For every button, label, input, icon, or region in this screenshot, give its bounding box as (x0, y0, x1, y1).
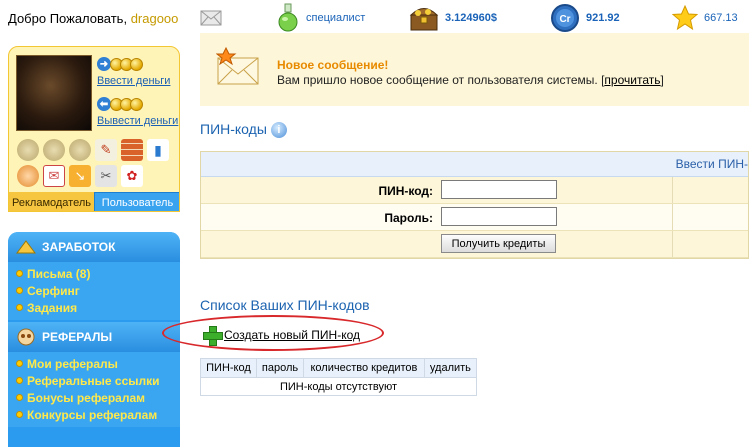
status-indicator[interactable]: специалист (276, 2, 365, 34)
sidebar-item-letters[interactable]: Письма (8) (8, 265, 180, 282)
balance-indicator[interactable]: 3.124960$ (409, 2, 497, 34)
read-message-link[interactable]: прочитать (604, 73, 660, 87)
sidebar-item-surfing[interactable]: Серфинг (8, 282, 180, 299)
empty-list-message: ПИН-коды отсутствуют (200, 377, 477, 396)
coins-icon (110, 57, 143, 71)
credits-value: 921.92 (586, 12, 620, 24)
password-label: Пароль: (384, 211, 433, 225)
info-icon[interactable]: i (270, 122, 287, 139)
tools-icon[interactable]: ✂ (95, 165, 117, 187)
star-icon (672, 5, 698, 31)
get-credits-button[interactable]: Получить кредиты (441, 234, 556, 253)
status-label: специалист (306, 12, 366, 24)
users-icon[interactable] (17, 165, 39, 187)
table-header-row: ПИН-код пароль количество кредитов удали… (200, 358, 478, 378)
bullet-icon (16, 270, 23, 277)
pin-form: Ввести ПИН- ПИН-код: Пароль: Получить кр… (200, 151, 749, 259)
new-mail-icon (216, 46, 259, 85)
referrals-items: Мои рефералы Реферальные ссылки Бонусы р… (8, 352, 180, 427)
column-header: количество кредитов (303, 358, 425, 378)
column-header: пароль (255, 358, 305, 378)
sidebar-item-referral-bonuses[interactable]: Бонусы рефералам (8, 389, 180, 406)
welcome-text: Добро Пожаловать, (8, 11, 128, 26)
credits-coin-icon: Cr (551, 4, 579, 32)
pin-section-title: ПИН-коды i (200, 121, 287, 139)
role-tabs: Рекламодатель Пользователь (9, 192, 179, 211)
medal-icon[interactable] (69, 139, 91, 161)
brick-wall-icon[interactable] (121, 139, 143, 161)
bullet-icon (16, 377, 23, 384)
mail-button[interactable] (200, 2, 222, 34)
balance-value: 3.124960$ (445, 12, 497, 24)
password-input[interactable] (441, 207, 557, 226)
password-row: Пароль: (201, 204, 748, 231)
tab-user[interactable]: Пользователь (94, 192, 179, 211)
bullet-icon (16, 411, 23, 418)
svg-text:Cr: Cr (559, 14, 570, 25)
referrals-icon (17, 328, 35, 346)
pin-code-row: ПИН-код: (201, 177, 748, 204)
welcome-message: Добро Пожаловать, dragooo (8, 11, 178, 26)
edit-pencil-icon[interactable]: ✎ (95, 139, 117, 161)
submit-row: Получить кредиты (201, 231, 748, 258)
create-pin-link[interactable]: Создать новый ПИН-код (224, 328, 360, 342)
coins-icon (110, 97, 143, 111)
avatar[interactable] (16, 55, 92, 131)
pin-list-title: Список Ваших ПИН-кодов (200, 297, 370, 313)
medal-icon[interactable] (43, 139, 65, 161)
menu-section-earnings[interactable]: ЗАРАБОТОК (8, 232, 180, 262)
create-pin-row: Создать новый ПИН-код (203, 326, 360, 346)
username[interactable]: dragooo (131, 11, 179, 26)
arrow-icon[interactable]: ↘ (69, 165, 91, 187)
arrow-right-icon: ➜ (97, 57, 111, 71)
rating-value: 667.13 (704, 12, 738, 24)
pin-code-input[interactable] (441, 180, 557, 199)
credits-indicator[interactable]: Cr 921.92 (550, 2, 620, 34)
deposit-icon-row: ➜ (97, 57, 143, 71)
arrow-left-icon: ⬅ (97, 97, 111, 111)
notice-title: Новое сообщение! (277, 58, 389, 72)
profile-icon-grid: ✎ ▮ ✉ ↘ ✂ ✿ (17, 139, 177, 191)
new-message-notice: Новое сообщение! Вам пришло новое сообще… (200, 33, 749, 106)
sidebar-item-tasks[interactable]: Задания (8, 299, 180, 316)
withdraw-icon-row: ⬅ (97, 97, 143, 111)
sidebar-item-referral-contests[interactable]: Конкурсы рефералам (8, 406, 180, 423)
medal-icon[interactable] (17, 139, 39, 161)
bullet-icon (16, 304, 23, 311)
sidebar-menu: ЗАРАБОТОК Письма (8) Серфинг Задания РЕФ… (8, 232, 180, 447)
pin-form-header: Ввести ПИН- (201, 152, 748, 177)
tab-advertiser[interactable]: Рекламодатель (9, 192, 94, 211)
withdraw-link[interactable]: Вывести деньги (97, 115, 178, 127)
bullet-icon (16, 394, 23, 401)
rating-indicator[interactable]: 667.13 (672, 2, 738, 34)
sidebar-item-referral-links[interactable]: Реферальные ссылки (8, 372, 180, 389)
menu-section-earnings-label: ЗАРАБОТОК (42, 240, 116, 254)
bullet-icon (16, 360, 23, 367)
table-row: ПИН-коды отсутствуют (200, 377, 477, 396)
bullet-icon (16, 287, 23, 294)
column-header: удалить (423, 358, 478, 378)
mail-icon[interactable]: ✉ (43, 165, 65, 187)
profile-panel: ➜ Ввести деньги ⬅ Вывести деньги ✎ ▮ ✉ ↘… (8, 46, 180, 212)
earnings-icon (16, 240, 36, 254)
menu-section-referrals-label: РЕФЕРАЛЫ (42, 330, 113, 344)
menu-section-referrals[interactable]: РЕФЕРАЛЫ (8, 322, 180, 352)
notice-text: Вам пришло новое сообщение от пользовате… (277, 73, 664, 87)
treasure-chest-icon (409, 8, 439, 31)
deposit-link[interactable]: Ввести деньги (97, 75, 170, 87)
envelope-icon (200, 10, 222, 26)
pin-code-label: ПИН-код: (378, 184, 433, 198)
sidebar-item-my-referrals[interactable]: Мои рефералы (8, 355, 180, 372)
ribbon-award-icon[interactable]: ✿ (121, 165, 143, 187)
earnings-items: Письма (8) Серфинг Задания (8, 262, 180, 320)
plus-icon (203, 326, 223, 346)
potion-flask-icon (278, 3, 298, 32)
pin-list-table: ПИН-код пароль количество кредитов удали… (200, 358, 478, 396)
column-header: ПИН-код (200, 358, 257, 378)
bar-chart-icon[interactable]: ▮ (147, 139, 169, 161)
